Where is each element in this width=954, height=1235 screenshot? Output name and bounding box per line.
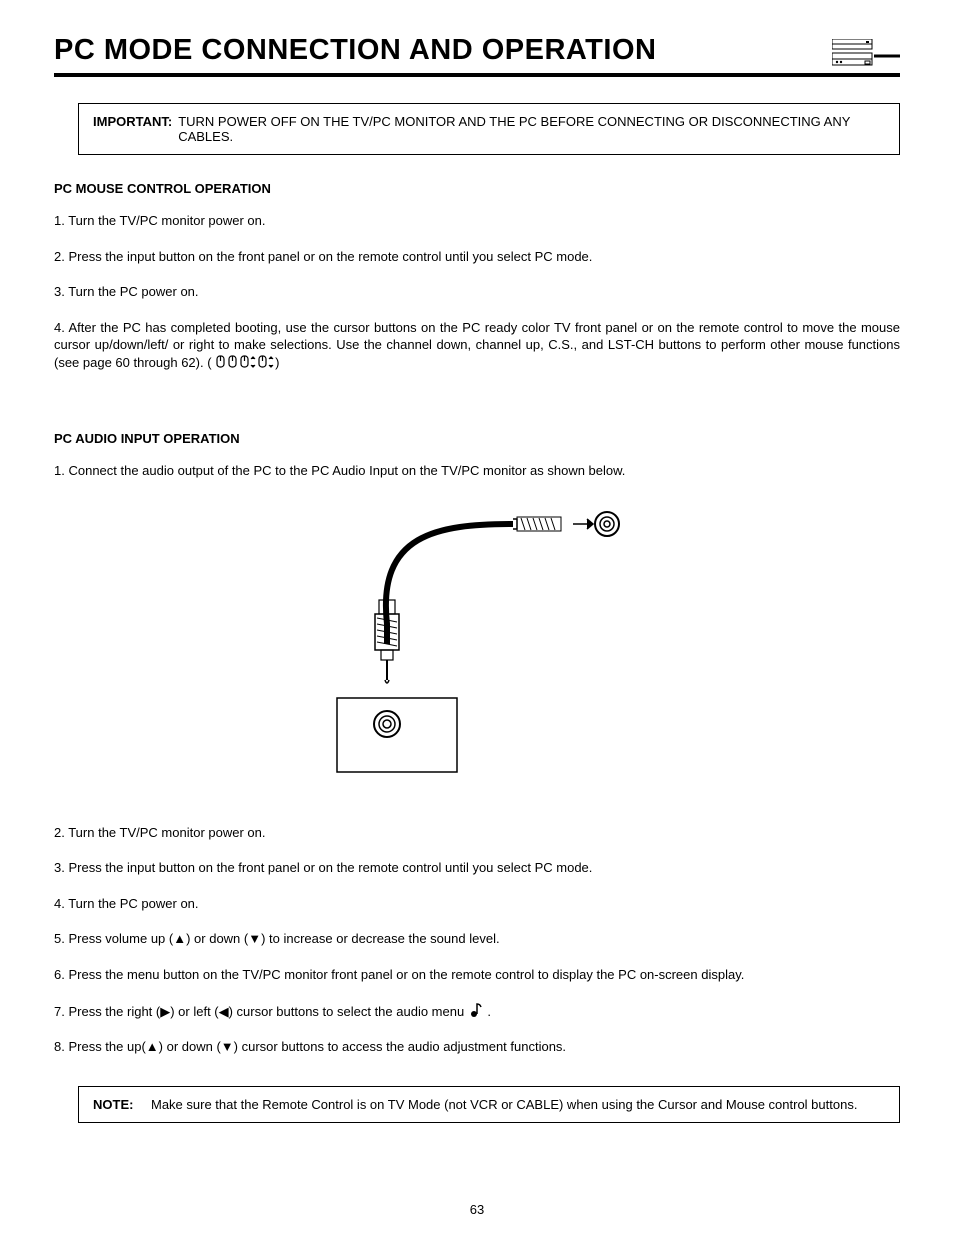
step-suffix: ) [275,355,279,370]
step-text: Turn the PC power on. [68,284,198,299]
step-text: Press the input button on the front pane… [68,249,592,264]
audio-steps-list-2: 2. Turn the TV/PC monitor power on. 3. P… [54,824,900,1056]
page-title: PC MODE CONNECTION AND OPERATION [54,34,656,67]
note-box: NOTE: Make sure that the Remote Control … [78,1086,900,1123]
audio-menu-icon [468,1004,484,1019]
step-text: Turn the TV/PC monitor power on. [68,213,265,228]
header-divider [54,73,900,77]
important-notice-box: IMPORTANT: TURN POWER OFF ON THE TV/PC M… [78,103,900,155]
list-item: 4. After the PC has completed booting, u… [54,319,900,372]
step-text: Connect the audio output of the PC to th… [68,463,625,478]
step-text: Press volume up (▲) or down (▼) to incre… [68,931,499,946]
list-item: 2. Turn the TV/PC monitor power on. [54,824,900,842]
list-item: 8. Press the up(▲) or down (▼) cursor bu… [54,1038,900,1056]
mouse-icons-inline [215,355,275,370]
list-item: 7. Press the right (▶) or left (◀) curso… [54,1002,900,1021]
step-text: Press the menu button on the TV/PC monit… [68,967,744,982]
section-heading-audio: PC AUDIO INPUT OPERATION [54,431,900,446]
step-text: Turn the PC power on. [68,896,198,911]
audio-connection-diagram [317,504,637,784]
list-item: 5. Press volume up (▲) or down (▼) to in… [54,930,900,948]
note-text: Make sure that the Remote Control is on … [145,1097,857,1112]
audio-steps-list: 1. Connect the audio output of the PC to… [54,462,900,480]
list-item: 4. Turn the PC power on. [54,895,900,913]
note-label: NOTE: [93,1097,145,1112]
step-text: Press the up(▲) or down (▼) cursor butto… [68,1039,566,1054]
list-item: 3. Press the input button on the front p… [54,859,900,877]
list-item: 1. Turn the TV/PC monitor power on. [54,212,900,230]
mouse-steps-list: 1. Turn the TV/PC monitor power on. 2. P… [54,212,900,371]
list-item: 6. Press the menu button on the TV/PC mo… [54,966,900,984]
step-text: After the PC has completed booting, use … [54,320,900,370]
step-text: Press the input button on the front pane… [68,860,592,875]
important-label: IMPORTANT: [93,114,172,144]
monitor-device-icon [832,39,900,67]
list-item: 3. Turn the PC power on. [54,283,900,301]
important-text: TURN POWER OFF ON THE TV/PC MONITOR AND … [172,114,885,144]
step-text: Press the right (▶) or left (◀) cursor b… [68,1004,467,1019]
list-item: 2. Press the input button on the front p… [54,248,900,266]
step-text: Turn the TV/PC monitor power on. [68,825,265,840]
page-number: 63 [0,1202,954,1217]
step-suffix: . [484,1004,491,1019]
section-heading-mouse: PC MOUSE CONTROL OPERATION [54,181,900,196]
list-item: 1. Connect the audio output of the PC to… [54,462,900,480]
